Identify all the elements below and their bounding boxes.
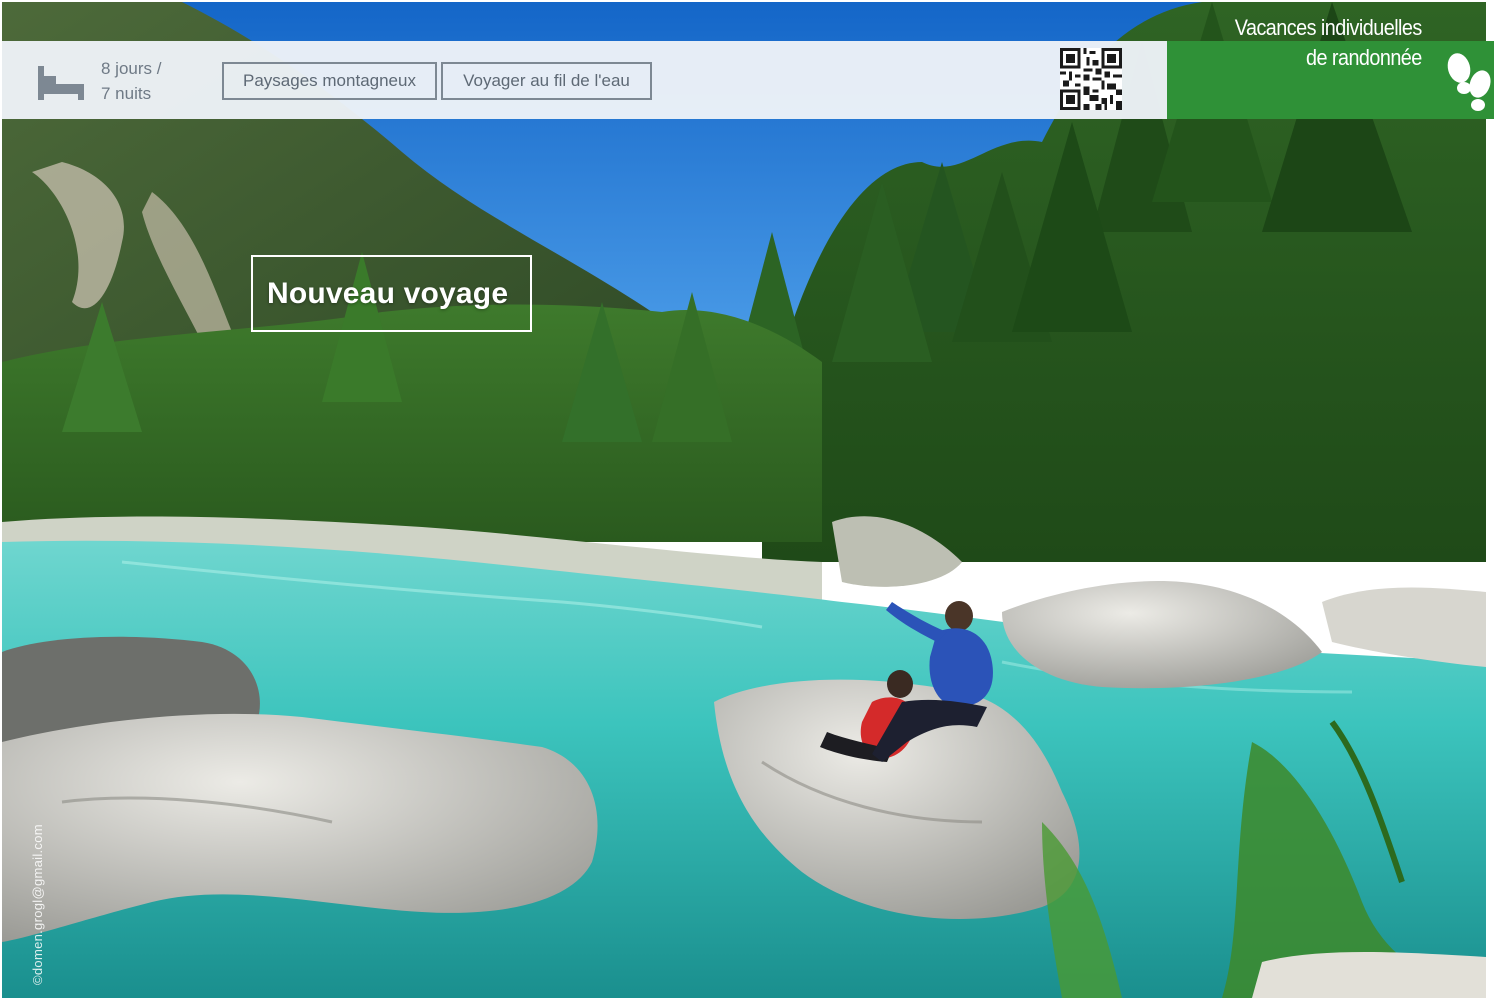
qr-code-icon[interactable] — [1060, 48, 1122, 110]
brochure-cover: 8 jours / 7 nuits Paysages montagneux Vo… — [0, 0, 1494, 1000]
footprints-icon — [1447, 53, 1491, 111]
brand-line-2: de randonnée — [1306, 45, 1422, 70]
brand-title: Vacances individuelles de randonnée — [1235, 13, 1423, 73]
duration-nights: 7 nuits — [101, 84, 152, 103]
new-trip-label: Nouveau voyage — [251, 255, 532, 332]
trip-duration: 8 jours / 7 nuits — [101, 56, 161, 106]
duration-days: 8 jours / — [101, 59, 162, 78]
tag-travel-by-water[interactable]: Voyager au fil de l'eau — [441, 62, 652, 100]
tag-mountain-landscapes[interactable]: Paysages montagneux — [222, 62, 437, 100]
photo-credit: ©domen.grogl@gmail.com — [30, 824, 45, 985]
landscape-photo — [2, 2, 1486, 998]
bed-icon — [38, 66, 84, 100]
brand-line-1: Vacances individuelles — [1235, 15, 1423, 40]
